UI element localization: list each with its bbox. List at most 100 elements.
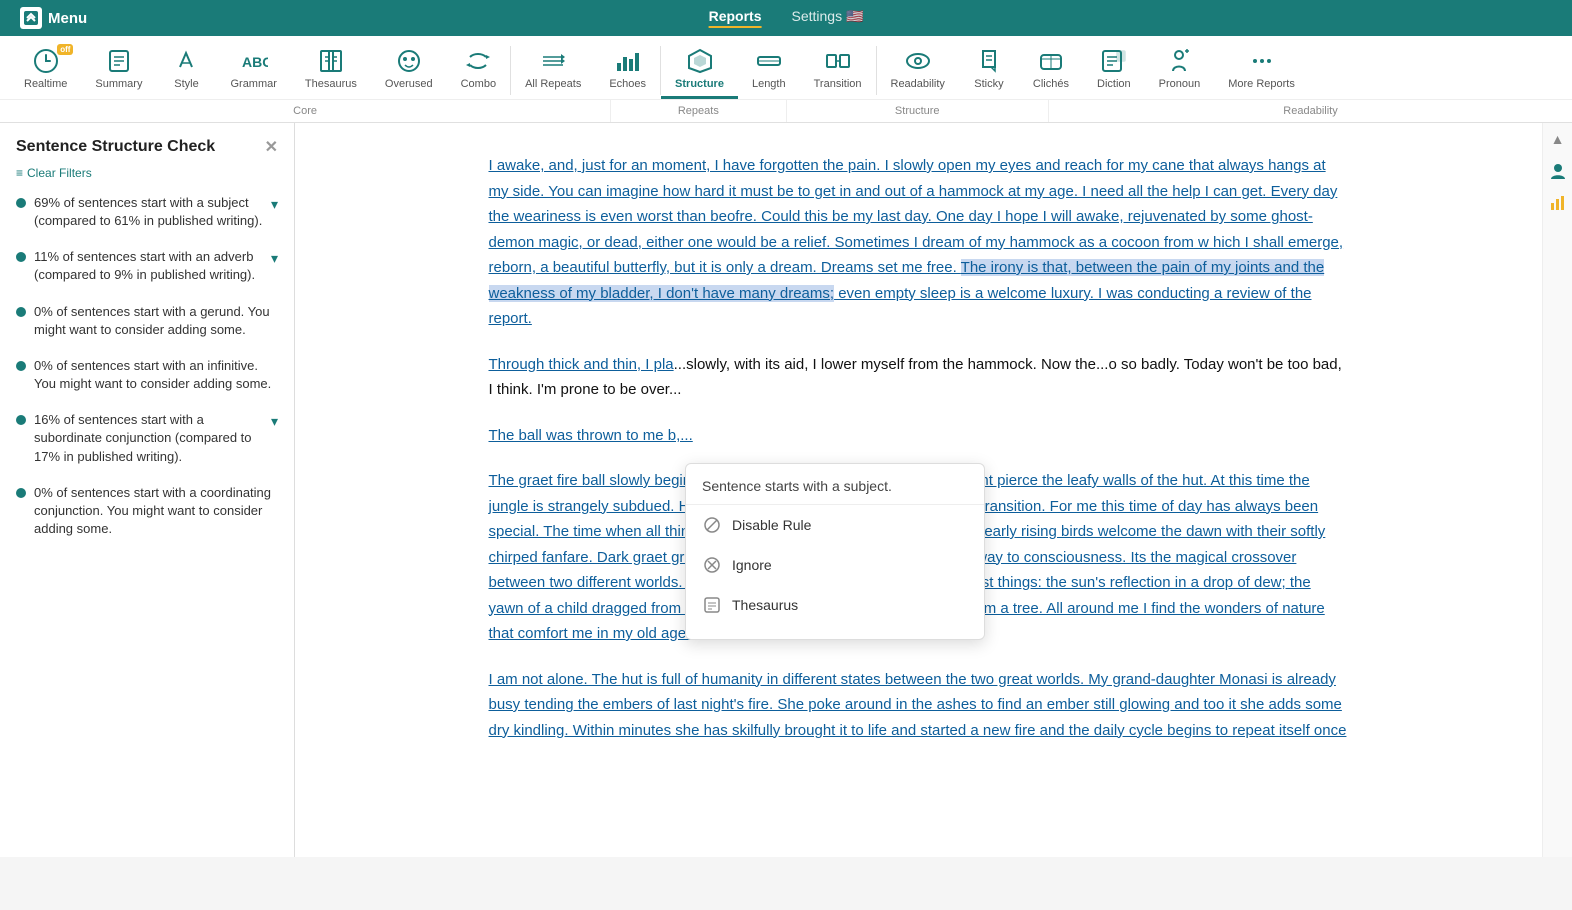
scroll-up-icon[interactable]: ▲ [1546, 127, 1570, 151]
style-label: Style [174, 78, 198, 90]
toolbar-item-diction[interactable]: Diction [1083, 42, 1145, 99]
summary-icon [104, 46, 134, 76]
stat-text-infinitive: 0% of sentences start with an infinitive… [34, 357, 278, 393]
paragraph-3: The ball was thrown to me b,... [489, 423, 1349, 449]
toolbar-item-transition[interactable]: Transition [800, 42, 876, 99]
toolbar-item-realtime[interactable]: off Realtime [10, 42, 81, 99]
paragraph-1: I awake, and, just for an moment, I have… [489, 153, 1349, 332]
sidebar-title: Sentence Structure Check [16, 137, 215, 158]
combo-icon [463, 46, 493, 76]
stat-infinitive: 0% of sentences start with an infinitive… [16, 357, 278, 393]
group-readability-label: Readability [1049, 103, 1572, 119]
popup-disable-rule[interactable]: Disable Rule [686, 505, 984, 545]
p2-underline: Through thick and thin, I pla [489, 356, 674, 373]
ignore-label: Ignore [732, 557, 772, 573]
logo-text: Menu [48, 10, 87, 27]
toolbar-item-echoes[interactable]: Echoes [595, 42, 660, 99]
grammar-icon: ABC [239, 46, 269, 76]
content-area[interactable]: I awake, and, just for an moment, I have… [295, 123, 1542, 857]
toolbar-item-overused[interactable]: Overused [371, 42, 447, 99]
top-nav-links: Reports Settings 🇺🇸 [709, 8, 864, 28]
popup-title: Sentence starts with a subject. [686, 478, 984, 505]
grammar-label: Grammar [230, 78, 276, 90]
combo-label: Combo [461, 78, 496, 90]
stat-text-subordinate: 16% of sentences start with a subordinat… [34, 411, 263, 466]
nav-link-reports[interactable]: Reports [709, 8, 762, 28]
toolbar-item-style[interactable]: Style [156, 42, 216, 99]
stat-subordinate: 16% of sentences start with a subordinat… [16, 411, 278, 466]
stat-coordinating: 0% of sentences start with a coordinatin… [16, 484, 278, 539]
close-button[interactable]: ✕ [265, 137, 278, 157]
stat-text-adverb: 11% of sentences start with an adverb (c… [34, 248, 263, 284]
echoes-label: Echoes [609, 78, 646, 90]
all-repeats-label: All Repeats [525, 78, 581, 90]
readability-icon [903, 46, 933, 76]
chart-icon[interactable] [1546, 191, 1570, 215]
popup-thesaurus-icon [702, 595, 722, 615]
thesaurus-label: Thesaurus [305, 78, 357, 90]
stat-dot-subject [16, 198, 26, 208]
stat-arrow-subject: ▾ [271, 196, 278, 213]
toolbar-item-structure[interactable]: Structure [661, 42, 738, 99]
popup-ignore[interactable]: Ignore [686, 545, 984, 585]
sidebar: Sentence Structure Check ✕ ≡ Clear Filte… [0, 123, 295, 857]
context-popup: Sentence starts with a subject. Disable … [685, 463, 985, 640]
more-reports-icon [1247, 46, 1277, 76]
disable-rule-icon [702, 515, 722, 535]
stat-dot-gerund [16, 307, 26, 317]
diction-icon [1099, 46, 1129, 76]
toolbar-item-combo[interactable]: Combo [447, 42, 510, 99]
overused-icon [394, 46, 424, 76]
disable-rule-label: Disable Rule [732, 517, 811, 533]
toolbar-item-grammar[interactable]: ABC Grammar [216, 42, 290, 99]
style-icon [171, 46, 201, 76]
length-icon [754, 46, 784, 76]
toolbar-groups: Core Repeats Structure Readability [0, 99, 1572, 122]
right-panel: ▲ [1542, 123, 1572, 857]
group-repeats-label: Repeats [611, 103, 785, 119]
toolbar-item-more-reports[interactable]: More Reports [1214, 42, 1309, 99]
p5-underline: I am not alone. The hut is full of human… [489, 671, 1347, 739]
logo[interactable]: Menu [20, 7, 87, 29]
main-layout: Sentence Structure Check ✕ ≡ Clear Filte… [0, 123, 1572, 857]
off-badge: off [57, 44, 73, 55]
toolbar-item-sticky[interactable]: Sticky [959, 42, 1019, 99]
overused-label: Overused [385, 78, 433, 90]
toolbar: off Realtime Summary [0, 36, 1572, 123]
toolbar-icons: off Realtime Summary [0, 36, 1572, 99]
toolbar-item-summary[interactable]: Summary [81, 42, 156, 99]
clear-filters-button[interactable]: ≡ Clear Filters [16, 166, 278, 180]
stat-text-coordinating: 0% of sentences start with a coordinatin… [34, 484, 278, 539]
toolbar-item-thesaurus[interactable]: Thesaurus [291, 42, 371, 99]
echoes-icon [613, 46, 643, 76]
clear-filters-label: Clear Filters [27, 166, 92, 180]
all-repeats-icon [538, 46, 568, 76]
toolbar-item-all-repeats[interactable]: All Repeats [511, 42, 595, 99]
sidebar-header: Sentence Structure Check ✕ [16, 137, 278, 158]
logo-icon [20, 7, 42, 29]
toolbar-item-cliches[interactable]: Clichés [1019, 42, 1083, 99]
toolbar-item-readability[interactable]: Readability [877, 42, 959, 99]
toolbar-item-pronoun[interactable]: Pronoun [1145, 42, 1215, 99]
stat-text-gerund: 0% of sentences start with a gerund. You… [34, 303, 278, 339]
nav-link-settings[interactable]: Settings 🇺🇸 [791, 8, 863, 28]
popup-thesaurus[interactable]: Thesaurus [686, 585, 984, 625]
stat-arrow-adverb: ▾ [271, 250, 278, 267]
group-readability: Readability [1049, 100, 1572, 122]
text-content: I awake, and, just for an moment, I have… [489, 153, 1349, 743]
group-structure: Structure [787, 100, 1050, 122]
group-structure-label: Structure [787, 103, 1049, 119]
structure-label: Structure [675, 78, 724, 90]
stat-dot-subordinate [16, 415, 26, 425]
svg-text:ABC: ABC [242, 54, 268, 70]
thesaurus-icon [316, 46, 346, 76]
paragraph-2: Through thick and thin, I pla...slowly, … [489, 352, 1349, 403]
toolbar-item-length[interactable]: Length [738, 42, 800, 99]
filter-icon: ≡ [16, 166, 23, 180]
stat-subject: 69% of sentences start with a subject (c… [16, 194, 278, 230]
stat-text-subject: 69% of sentences start with a subject (c… [34, 194, 263, 230]
summary-label: Summary [95, 78, 142, 90]
group-core-label: Core [0, 103, 610, 119]
transition-label: Transition [814, 78, 862, 90]
structure-icon [685, 46, 715, 76]
